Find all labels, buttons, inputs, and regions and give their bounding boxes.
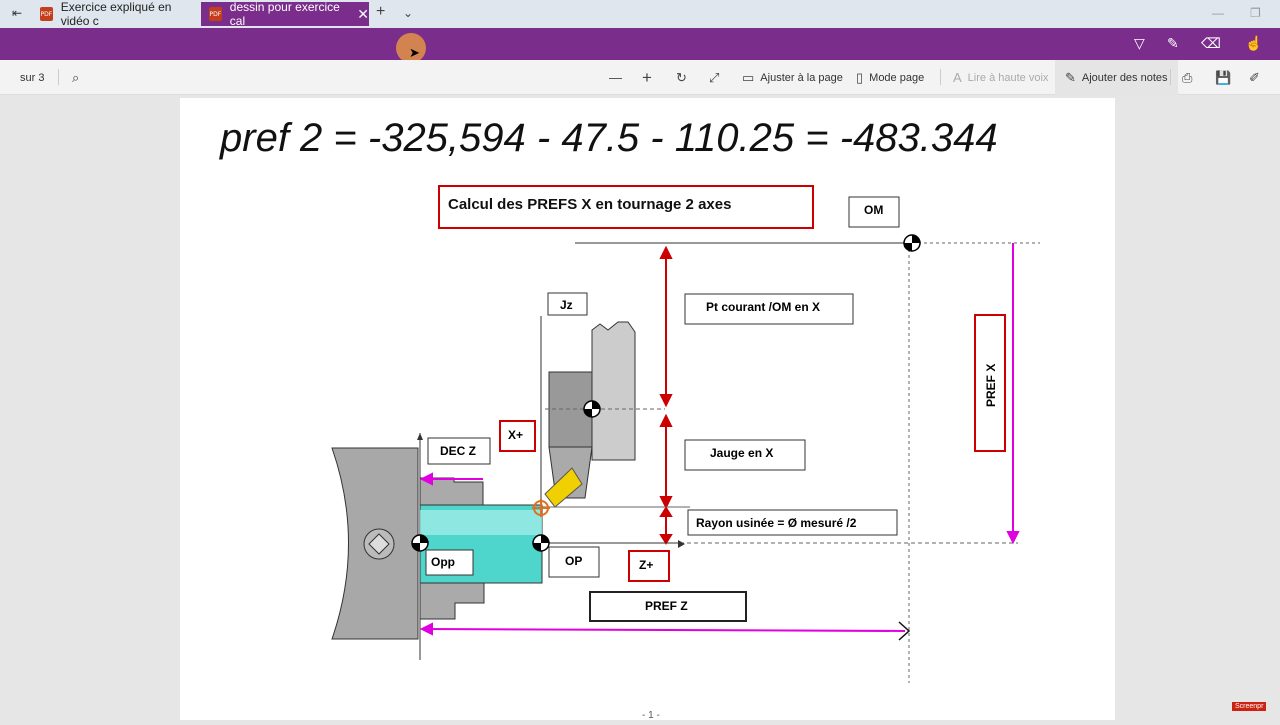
- rayon-arrow: [659, 506, 673, 545]
- pt-courant-arrow: [659, 245, 673, 408]
- close-tab-icon[interactable]: ✕: [357, 6, 369, 23]
- save-as-icon: ✐: [1249, 69, 1260, 85]
- drawing-canvas: pref 2 = -325,594 - 47.5 - 110.25 = -483…: [219, 116, 1040, 721]
- z-plus-label: Z+: [639, 558, 653, 572]
- tab-label: Exercice expliqué en vidéo c: [60, 0, 172, 28]
- fullscreen-button[interactable]: ⤢: [709, 60, 725, 95]
- tool-holder: [591, 321, 636, 461]
- pref-z-arrow: [419, 622, 906, 636]
- pt-courant-label: Pt courant /OM en X: [706, 300, 820, 314]
- tab-exercice[interactable]: PDF Exercice expliqué en vidéo c: [34, 0, 199, 28]
- eraser-icon[interactable]: ⌫: [1201, 35, 1221, 52]
- read-aloud-icon: A: [953, 70, 962, 85]
- handwritten-formula: pref 2 = -325,594 - 47.5 - 110.25 = -483…: [219, 116, 998, 160]
- pdf-toolbar: sur 3 ⌕ — + ↻ ⤢ ▭ Ajuster à la page ▯ Mode…: [0, 60, 1280, 95]
- op-origin-symbol: [532, 534, 550, 552]
- chuck-key-icon: [363, 528, 395, 560]
- page-icon: ▯: [856, 69, 864, 85]
- opp-label: Opp: [431, 555, 455, 569]
- fit-page-icon: ▭: [742, 69, 755, 85]
- chevron-down-icon[interactable]: ⌄: [403, 6, 413, 20]
- search-button[interactable]: ⌕: [72, 60, 85, 95]
- page-mode-button[interactable]: ▯ Mode page: [856, 60, 924, 95]
- pdf-icon: PDF: [209, 7, 222, 21]
- plus-icon: +: [642, 67, 652, 87]
- page-number: - 1 -: [642, 710, 660, 720]
- op-label: OP: [565, 554, 582, 568]
- reader-header: [0, 28, 1280, 60]
- print-icon: ⎙: [1182, 69, 1193, 85]
- zoom-in-button[interactable]: +: [642, 60, 658, 95]
- pref-x-label: PREF X: [984, 364, 998, 407]
- save-button[interactable]: 💾: [1215, 60, 1237, 95]
- om-origin-symbol: [903, 234, 921, 252]
- rotate-icon: ↻: [676, 69, 687, 85]
- highlight-icon[interactable]: ✎: [1167, 35, 1179, 52]
- tab-dessin[interactable]: PDF dessin pour exercice cal ✕: [201, 0, 369, 28]
- om-label: OM: [864, 203, 883, 217]
- pdf-icon: PDF: [40, 7, 53, 21]
- pref-z-label: PREF Z: [645, 599, 688, 613]
- tool-point-symbol: [583, 400, 601, 418]
- jauge-arrow: [659, 413, 673, 510]
- print-button[interactable]: ⎙: [1182, 60, 1198, 95]
- add-notes-button[interactable]: ✎ Ajouter des notes: [1055, 60, 1178, 95]
- touch-icon[interactable]: ☝: [1245, 35, 1262, 52]
- pdf-page: pref 2 = -325,594 - 47.5 - 110.25 = -483…: [180, 98, 1115, 721]
- read-aloud-button[interactable]: A Lire à haute voix: [953, 60, 1048, 95]
- x-plus-label: X+: [508, 428, 523, 442]
- page-count: sur 3: [20, 71, 45, 84]
- tab-actions-icon[interactable]: ⇤: [12, 6, 22, 20]
- search-icon: ⌕: [72, 69, 80, 85]
- pen-icon: ✎: [1065, 69, 1076, 85]
- screen-recorder-badge: Screenpr: [1232, 702, 1267, 711]
- rayon-label: Rayon usinée = Ø mesuré /2: [696, 516, 857, 530]
- save-icon: 💾: [1215, 69, 1232, 85]
- drawing-title: Calcul des PREFS X en tournage 2 axes: [448, 196, 731, 213]
- pref-x-arrow: [1006, 243, 1020, 545]
- restore-icon[interactable]: ❐: [1250, 6, 1261, 20]
- minimize-icon[interactable]: —: [1212, 6, 1224, 20]
- save-as-button[interactable]: ✐: [1249, 60, 1266, 95]
- expand-icon: ⤢: [709, 69, 720, 85]
- opp-origin-symbol: [411, 534, 429, 552]
- fit-page-button[interactable]: ▭ Ajuster à la page: [742, 60, 843, 95]
- mouse-pointer-icon: ➤: [409, 45, 420, 60]
- minus-icon: —: [609, 70, 622, 85]
- tab-bar: ⇤ PDF Exercice expliqué en vidéo c PDF d…: [0, 0, 1280, 28]
- new-tab-icon[interactable]: +: [376, 3, 385, 21]
- zoom-out-button[interactable]: —: [609, 60, 628, 95]
- jz-label: Jz: [560, 298, 573, 312]
- lower-jaw: [419, 582, 485, 620]
- dec-z-label: DEC Z: [440, 444, 476, 458]
- jauge-label: Jauge en X: [710, 446, 773, 460]
- tab-label: dessin pour exercice cal: [229, 0, 340, 28]
- rotate-button[interactable]: ↻: [676, 60, 693, 95]
- filter-icon[interactable]: ▽: [1134, 35, 1145, 52]
